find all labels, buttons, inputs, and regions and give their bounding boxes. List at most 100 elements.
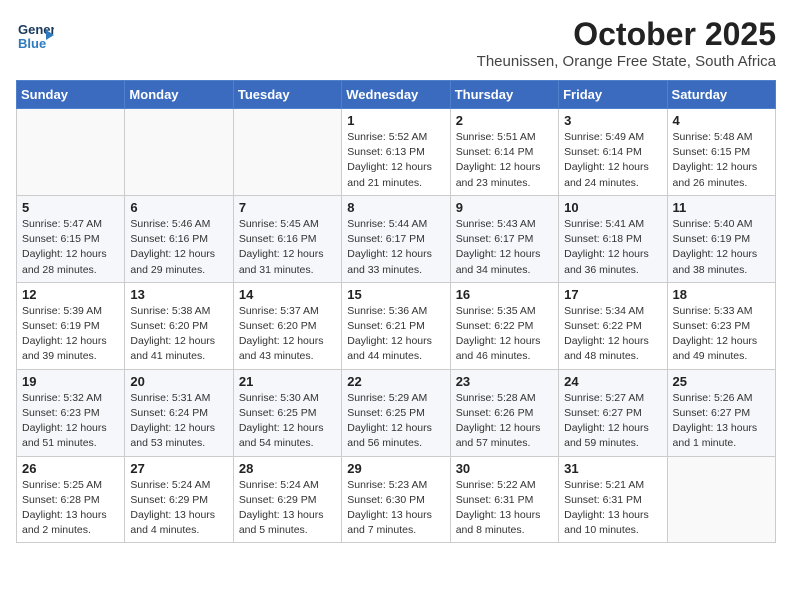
day-info: Sunrise: 5:38 AM Sunset: 6:20 PM Dayligh… [130, 304, 227, 365]
day-number: 9 [456, 200, 553, 215]
calendar-cell: 16 Sunrise: 5:35 AM Sunset: 6:22 PM Dayli… [450, 282, 558, 369]
calendar-cell [667, 456, 775, 543]
calendar-cell: 25 Sunrise: 5:26 AM Sunset: 6:27 PM Dayli… [667, 369, 775, 456]
day-number: 24 [564, 374, 661, 389]
day-info: Sunrise: 5:36 AM Sunset: 6:21 PM Dayligh… [347, 304, 444, 365]
day-info: Sunrise: 5:31 AM Sunset: 6:24 PM Dayligh… [130, 391, 227, 452]
day-number: 17 [564, 287, 661, 302]
day-number: 25 [673, 374, 770, 389]
day-number: 11 [673, 200, 770, 215]
day-number: 1 [347, 113, 444, 128]
calendar-cell: 12 Sunrise: 5:39 AM Sunset: 6:19 PM Dayli… [17, 282, 125, 369]
calendar-cell: 8Sunrise: 5:44 AM Sunset: 6:17 PM Daylig… [342, 195, 450, 282]
day-info: Sunrise: 5:39 AM Sunset: 6:19 PM Dayligh… [22, 304, 119, 365]
day-number: 26 [22, 461, 119, 476]
calendar-table: SundayMondayTuesdayWednesdayThursdayFrid… [16, 80, 776, 543]
calendar-cell: 22 Sunrise: 5:29 AM Sunset: 6:25 PM Dayli… [342, 369, 450, 456]
day-info: Sunrise: 5:47 AM Sunset: 6:15 PM Dayligh… [22, 217, 119, 278]
day-info: Sunrise: 5:33 AM Sunset: 6:23 PM Dayligh… [673, 304, 770, 365]
day-number: 23 [456, 374, 553, 389]
day-info: Sunrise: 5:23 AM Sunset: 6:30 PM Dayligh… [347, 478, 444, 539]
day-number: 12 [22, 287, 119, 302]
day-info: Sunrise: 5:37 AM Sunset: 6:20 PM Dayligh… [239, 304, 336, 365]
calendar-cell [233, 109, 341, 196]
day-info: Sunrise: 5:46 AM Sunset: 6:16 PM Dayligh… [130, 217, 227, 278]
weekday-header-thursday: Thursday [450, 81, 558, 109]
calendar-cell: 11 Sunrise: 5:40 AM Sunset: 6:19 PM Dayli… [667, 195, 775, 282]
day-number: 29 [347, 461, 444, 476]
calendar-cell: 2 Sunrise: 5:51 AM Sunset: 6:14 PM Daylig… [450, 109, 558, 196]
day-number: 31 [564, 461, 661, 476]
calendar-cell: 10 Sunrise: 5:41 AM Sunset: 6:18 PM Dayli… [559, 195, 667, 282]
day-info: Sunrise: 5:21 AM Sunset: 6:31 PM Dayligh… [564, 478, 661, 539]
day-info: Sunrise: 5:35 AM Sunset: 6:22 PM Dayligh… [456, 304, 553, 365]
calendar-cell: 29 Sunrise: 5:23 AM Sunset: 6:30 PM Dayli… [342, 456, 450, 543]
day-number: 22 [347, 374, 444, 389]
day-info: Sunrise: 5:51 AM Sunset: 6:14 PM Dayligh… [456, 130, 553, 191]
calendar-cell: 3 Sunrise: 5:49 AM Sunset: 6:14 PM Daylig… [559, 109, 667, 196]
calendar-cell [125, 109, 233, 196]
day-info: Sunrise: 5:45 AM Sunset: 6:16 PM Dayligh… [239, 217, 336, 278]
calendar-week-2: 5 Sunrise: 5:47 AM Sunset: 6:15 PM Daylig… [17, 195, 776, 282]
weekday-header-sunday: Sunday [17, 81, 125, 109]
calendar-cell: 4Sunrise: 5:48 AM Sunset: 6:15 PM Daylig… [667, 109, 775, 196]
day-number: 13 [130, 287, 227, 302]
calendar-cell [17, 109, 125, 196]
page-header: General Blue October 2025 Theunissen, Or… [16, 16, 776, 72]
calendar-cell: 9 Sunrise: 5:43 AM Sunset: 6:17 PM Daylig… [450, 195, 558, 282]
day-number: 20 [130, 374, 227, 389]
calendar-week-3: 12 Sunrise: 5:39 AM Sunset: 6:19 PM Dayli… [17, 282, 776, 369]
weekday-header-friday: Friday [559, 81, 667, 109]
weekday-header-row: SundayMondayTuesdayWednesdayThursdayFrid… [17, 81, 776, 109]
logo-icon: General Blue [16, 16, 54, 54]
logo: General Blue [16, 16, 54, 59]
day-info: Sunrise: 5:43 AM Sunset: 6:17 PM Dayligh… [456, 217, 553, 278]
weekday-header-wednesday: Wednesday [342, 81, 450, 109]
day-number: 27 [130, 461, 227, 476]
weekday-header-tuesday: Tuesday [233, 81, 341, 109]
calendar-cell: 20 Sunrise: 5:31 AM Sunset: 6:24 PM Dayli… [125, 369, 233, 456]
day-info: Sunrise: 5:48 AM Sunset: 6:15 PM Dayligh… [673, 130, 770, 191]
day-number: 19 [22, 374, 119, 389]
day-number: 16 [456, 287, 553, 302]
calendar-cell: 26 Sunrise: 5:25 AM Sunset: 6:28 PM Dayli… [17, 456, 125, 543]
calendar-cell: 23 Sunrise: 5:28 AM Sunset: 6:26 PM Dayli… [450, 369, 558, 456]
calendar-cell: 6Sunrise: 5:46 AM Sunset: 6:16 PM Daylig… [125, 195, 233, 282]
day-number: 5 [22, 200, 119, 215]
day-info: Sunrise: 5:24 AM Sunset: 6:29 PM Dayligh… [239, 478, 336, 539]
day-info: Sunrise: 5:29 AM Sunset: 6:25 PM Dayligh… [347, 391, 444, 452]
day-info: Sunrise: 5:26 AM Sunset: 6:27 PM Dayligh… [673, 391, 770, 452]
day-info: Sunrise: 5:41 AM Sunset: 6:18 PM Dayligh… [564, 217, 661, 278]
calendar-cell: 14Sunrise: 5:37 AM Sunset: 6:20 PM Dayli… [233, 282, 341, 369]
day-info: Sunrise: 5:49 AM Sunset: 6:14 PM Dayligh… [564, 130, 661, 191]
day-number: 3 [564, 113, 661, 128]
day-number: 7 [239, 200, 336, 215]
day-info: Sunrise: 5:30 AM Sunset: 6:25 PM Dayligh… [239, 391, 336, 452]
day-number: 15 [347, 287, 444, 302]
day-number: 10 [564, 200, 661, 215]
svg-text:Blue: Blue [18, 36, 46, 51]
day-info: Sunrise: 5:40 AM Sunset: 6:19 PM Dayligh… [673, 217, 770, 278]
calendar-cell: 27 Sunrise: 5:24 AM Sunset: 6:29 PM Dayli… [125, 456, 233, 543]
calendar-title: October 2025 [477, 16, 776, 53]
day-number: 8 [347, 200, 444, 215]
day-info: Sunrise: 5:24 AM Sunset: 6:29 PM Dayligh… [130, 478, 227, 539]
calendar-subtitle: Theunissen, Orange Free State, South Afr… [477, 53, 776, 70]
day-number: 21 [239, 374, 336, 389]
day-number: 2 [456, 113, 553, 128]
calendar-cell: 1 Sunrise: 5:52 AM Sunset: 6:13 PM Daylig… [342, 109, 450, 196]
calendar-cell: 21 Sunrise: 5:30 AM Sunset: 6:25 PM Dayli… [233, 369, 341, 456]
calendar-week-5: 26 Sunrise: 5:25 AM Sunset: 6:28 PM Dayli… [17, 456, 776, 543]
calendar-cell: 15 Sunrise: 5:36 AM Sunset: 6:21 PM Dayli… [342, 282, 450, 369]
day-info: Sunrise: 5:25 AM Sunset: 6:28 PM Dayligh… [22, 478, 119, 539]
calendar-cell: 31 Sunrise: 5:21 AM Sunset: 6:31 PM Dayli… [559, 456, 667, 543]
weekday-header-saturday: Saturday [667, 81, 775, 109]
day-number: 28 [239, 461, 336, 476]
calendar-week-4: 19 Sunrise: 5:32 AM Sunset: 6:23 PM Dayli… [17, 369, 776, 456]
day-info: Sunrise: 5:32 AM Sunset: 6:23 PM Dayligh… [22, 391, 119, 452]
day-info: Sunrise: 5:28 AM Sunset: 6:26 PM Dayligh… [456, 391, 553, 452]
calendar-cell: 7 Sunrise: 5:45 AM Sunset: 6:16 PM Daylig… [233, 195, 341, 282]
calendar-cell: 28 Sunrise: 5:24 AM Sunset: 6:29 PM Dayli… [233, 456, 341, 543]
calendar-cell: 30Sunrise: 5:22 AM Sunset: 6:31 PM Dayli… [450, 456, 558, 543]
day-info: Sunrise: 5:52 AM Sunset: 6:13 PM Dayligh… [347, 130, 444, 191]
